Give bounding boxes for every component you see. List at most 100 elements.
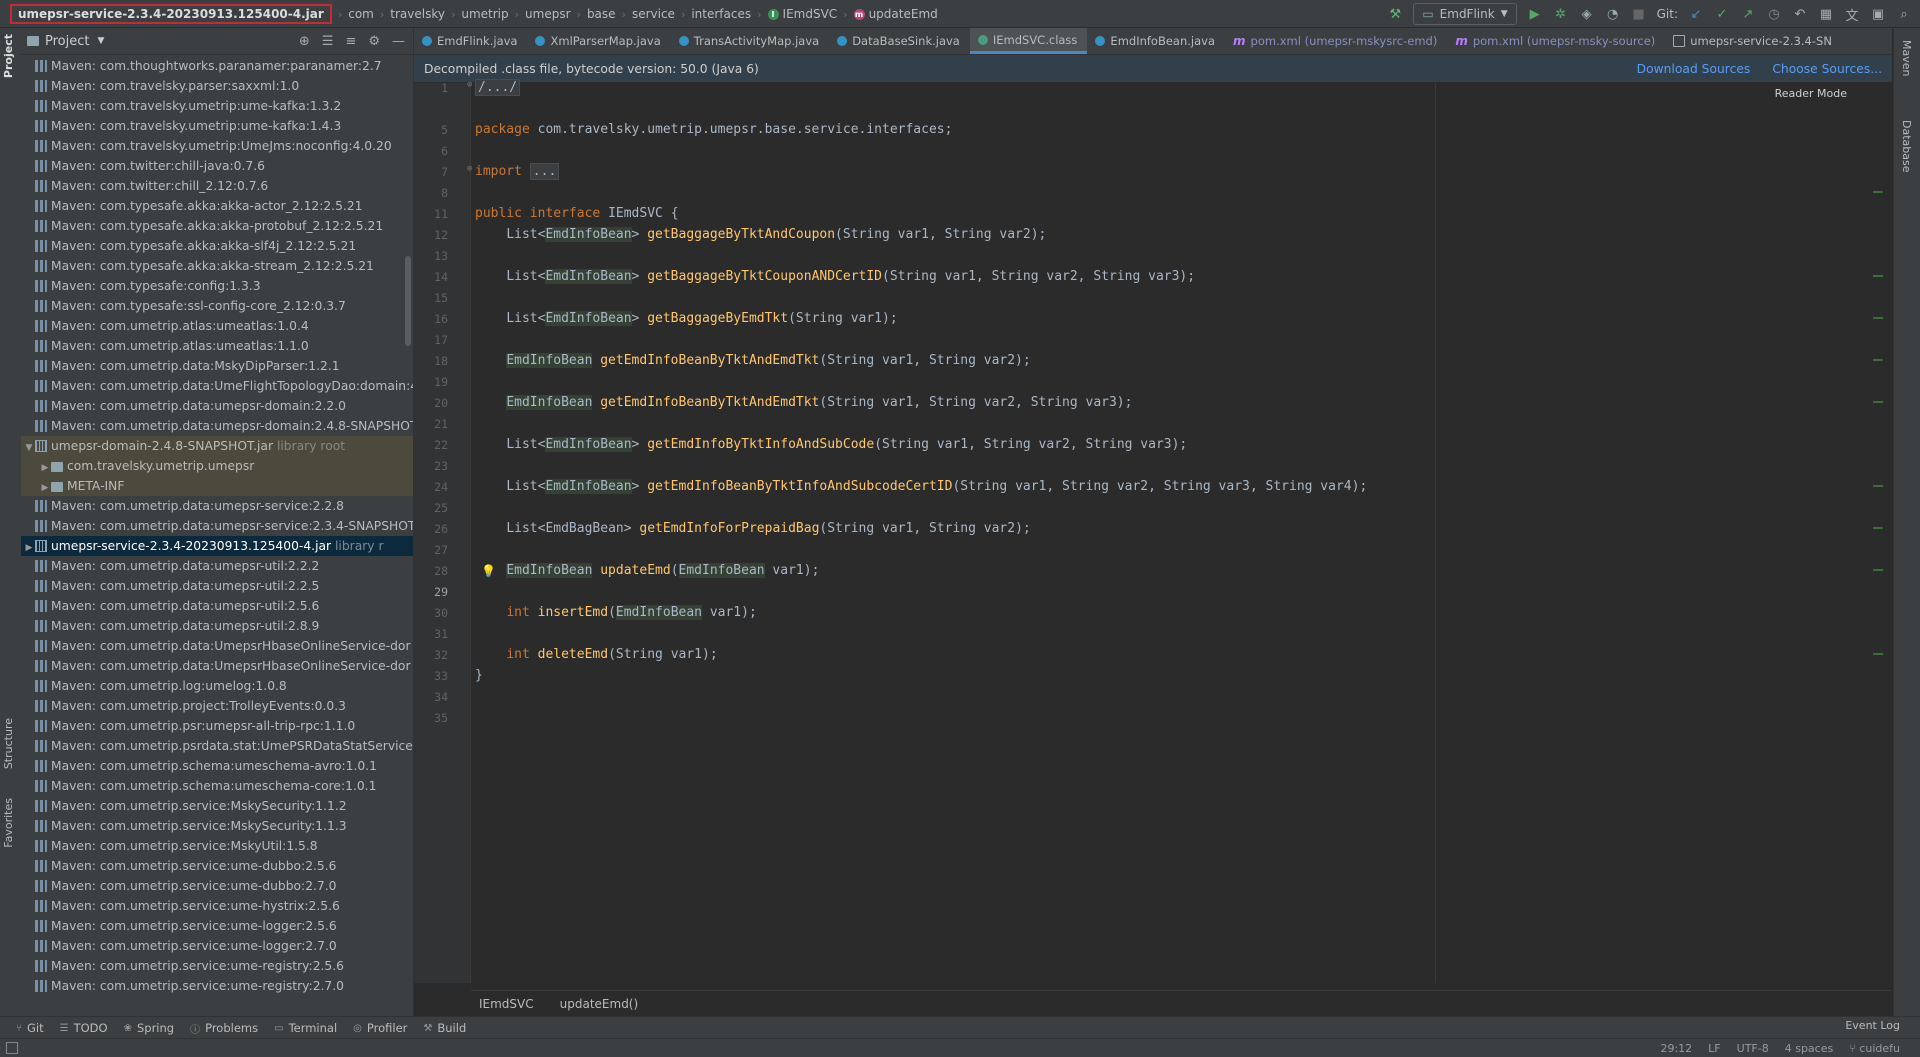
tree-row[interactable]: Maven: com.umetrip.data:umepsr-util:2.2.… <box>21 576 413 596</box>
search-icon[interactable]: ⌕ <box>1896 6 1912 22</box>
breadcrumb-class[interactable]: I IEmdSVC <box>767 7 837 21</box>
tree-row[interactable]: Maven: com.typesafe.akka:akka-actor_2.12… <box>21 196 413 216</box>
tab-umepsr-service-2-3-4-sn[interactable]: umepsr-service-2.3.4-SN <box>1665 28 1842 54</box>
tree-row-folder[interactable]: ▶ META-INF <box>21 476 413 496</box>
tree-row[interactable]: Maven: com.umetrip.data:UmeFlightTopolog… <box>21 376 413 396</box>
download-sources-link[interactable]: Download Sources <box>1637 62 1751 76</box>
indent-setting[interactable]: 4 spaces <box>1785 1042 1834 1055</box>
tree-row[interactable]: Maven: com.umetrip.data:umepsr-domain:2.… <box>21 396 413 416</box>
tree-row[interactable]: Maven: com.travelsky.umetrip:ume-kafka:1… <box>21 96 413 116</box>
breadcrumb-item[interactable]: interfaces <box>691 7 751 21</box>
tool-window-spring[interactable]: ❀ Spring <box>124 1021 175 1035</box>
chevron-right-icon[interactable]: ▶ <box>39 478 51 496</box>
build-hammer-icon[interactable]: ⚒ <box>1387 6 1403 22</box>
tree-row[interactable]: Maven: com.umetrip.atlas:umeatlas:1.0.4 <box>21 316 413 336</box>
collapse-all-icon[interactable]: ≡ <box>345 34 356 49</box>
tree-row[interactable]: Maven: com.umetrip.service:ume-dubbo:2.7… <box>21 876 413 896</box>
tree-row[interactable]: Maven: com.umetrip.service:ume-registry:… <box>21 976 413 996</box>
tree-row[interactable]: Maven: com.umetrip.data:umepsr-util:2.5.… <box>21 596 413 616</box>
chevron-right-icon[interactable]: ▶ <box>23 538 35 556</box>
tree-row[interactable]: Maven: com.typesafe:ssl-config-core_2.12… <box>21 296 413 316</box>
git-branch[interactable]: ⑂ cuidefu <box>1849 1042 1900 1055</box>
tree-row[interactable]: Maven: com.umetrip.psr:umepsr-all-trip-r… <box>21 716 413 736</box>
database-tool-tab[interactable]: Database <box>1900 120 1913 173</box>
tab-databasesink-java[interactable]: DataBaseSink.java <box>829 28 970 54</box>
tree-row-selected-jar[interactable]: ▶ umepsr-service-2.3.4-20230913.125400-4.… <box>21 536 413 556</box>
gear-icon[interactable]: ⚙ <box>368 34 380 49</box>
minimize-icon[interactable]: — <box>392 34 405 49</box>
vertical-scrollbar[interactable] <box>405 256 411 346</box>
tree-row[interactable]: Maven: com.travelsky.parser:saxxml:1.0 <box>21 76 413 96</box>
tree-row[interactable]: Maven: com.umetrip.service:ume-dubbo:2.5… <box>21 856 413 876</box>
fold-icon[interactable]: ⊕ <box>467 164 472 174</box>
run-icon[interactable]: ▶ <box>1527 6 1543 22</box>
layout-icon[interactable] <box>6 1042 18 1054</box>
chevron-down-icon[interactable]: ▼ <box>23 438 35 456</box>
tree-row[interactable]: Maven: com.umetrip.data:UmepsrHbaseOnlin… <box>21 656 413 676</box>
translate-icon[interactable]: 文 <box>1844 6 1860 24</box>
tree-row[interactable]: Maven: com.umetrip.service:ume-logger:2.… <box>21 936 413 956</box>
editor-crumb-method[interactable]: updateEmd() <box>560 997 639 1011</box>
breadcrumb-item[interactable]: com <box>348 7 374 21</box>
tab-emdflink-java[interactable]: EmdFlink.java <box>414 28 527 54</box>
tab-pom-xml-umepsr-mskysrc-emd[interactable]: m pom.xml (umepsr-mskysrc-emd) <box>1225 28 1447 54</box>
tree-row[interactable]: Maven: com.twitter:chill_2.12:0.7.6 <box>21 176 413 196</box>
structure-tool-tab[interactable]: Structure <box>2 718 15 769</box>
tree-row[interactable]: Maven: com.twitter:chill-java:0.7.6 <box>21 156 413 176</box>
breadcrumb-method[interactable]: m updateEmd <box>853 7 938 21</box>
git-push-icon[interactable]: ↗ <box>1740 6 1756 22</box>
maven-tool-tab[interactable]: Maven <box>1900 40 1913 76</box>
caret-position[interactable]: 29:12 <box>1660 1042 1692 1055</box>
fold-icon[interactable]: ⊕ <box>467 80 472 90</box>
window-icon[interactable]: ▣ <box>1870 6 1886 22</box>
tree-row[interactable]: Maven: com.umetrip.schema:umeschema-avro… <box>21 756 413 776</box>
rollback-icon[interactable]: ↶ <box>1792 6 1808 22</box>
favorites-tool-tab[interactable]: Favorites <box>2 798 15 848</box>
tree-row[interactable]: Maven: com.umetrip.project:TrolleyEvents… <box>21 696 413 716</box>
tree-row[interactable]: Maven: com.typesafe:config:1.3.3 <box>21 276 413 296</box>
line-separator[interactable]: LF <box>1708 1042 1720 1055</box>
expand-all-icon[interactable]: ☰ <box>322 34 334 49</box>
tree-row[interactable]: Maven: com.umetrip.atlas:umeatlas:1.1.0 <box>21 336 413 356</box>
tree-row[interactable]: Maven: com.umetrip.data:umepsr-domain:2.… <box>21 416 413 436</box>
tree-row[interactable]: Maven: com.umetrip.service:ume-registry:… <box>21 956 413 976</box>
tree-row[interactable]: Maven: com.umetrip.data:MskyDipParser:1.… <box>21 356 413 376</box>
choose-sources-link[interactable]: Choose Sources... <box>1772 62 1882 76</box>
git-commit-icon[interactable]: ✓ <box>1714 6 1730 22</box>
tree-row[interactable]: Maven: com.umetrip.service:MskySecurity:… <box>21 796 413 816</box>
tab-pom-xml-umepsr-msky-source[interactable]: m pom.xml (umepsr-msky-source) <box>1447 28 1665 54</box>
project-view-selector[interactable]: Project <box>45 34 89 49</box>
tree-row[interactable]: Maven: com.umetrip.data:umepsr-service:2… <box>21 496 413 516</box>
tool-window-git[interactable]: ⑂ Git <box>16 1021 44 1035</box>
tree-row-package[interactable]: ▶ com.travelsky.umetrip.umepsr <box>21 456 413 476</box>
project-tool-tab[interactable]: Project <box>2 34 15 78</box>
breadcrumb-item[interactable]: umetrip <box>461 7 508 21</box>
tool-window-profiler[interactable]: ◎ Profiler <box>353 1021 407 1035</box>
tree-row[interactable]: Maven: com.typesafe.akka:akka-protobuf_2… <box>21 216 413 236</box>
chevron-right-icon[interactable]: ▶ <box>39 458 51 476</box>
tab-transactivitymap-java[interactable]: TransActivityMap.java <box>671 28 829 54</box>
code-editor[interactable]: Reader Mode ⊕/.../ package com.travelsky… <box>467 79 1891 983</box>
tree-row[interactable]: Maven: com.umetrip.data:umepsr-service:2… <box>21 516 413 536</box>
reader-mode-toggle[interactable]: Reader Mode <box>1775 87 1847 100</box>
coverage-icon[interactable]: ◈ <box>1579 6 1595 22</box>
tab-iemdsvc-class[interactable]: IEmdSVC.class <box>969 28 1088 54</box>
tree-row[interactable]: Maven: com.umetrip.psrdata.stat:UmePSRDa… <box>21 736 413 756</box>
locate-icon[interactable]: ⊕ <box>299 34 310 49</box>
tree-row[interactable]: Maven: com.umetrip.log:umelog:1.0.8 <box>21 676 413 696</box>
breadcrumb-item[interactable]: travelsky <box>390 7 445 21</box>
chevron-down-icon[interactable]: ▼ <box>97 36 104 46</box>
tree-row[interactable]: Maven: com.umetrip.schema:umeschema-core… <box>21 776 413 796</box>
folded-header[interactable]: /.../ <box>475 79 521 96</box>
tree-row[interactable]: Maven: com.typesafe.akka:akka-slf4j_2.12… <box>21 236 413 256</box>
tree-row[interactable]: Maven: com.thoughtworks.paranamer:parana… <box>21 56 413 76</box>
tool-window-problems[interactable]: ⓘ Problems <box>190 1021 258 1036</box>
lightbulb-icon[interactable]: 💡 <box>481 564 496 578</box>
tool-window-build[interactable]: ⚒ Build <box>423 1021 466 1035</box>
history-icon[interactable]: ◷ <box>1766 6 1782 22</box>
debug-icon[interactable]: ✲ <box>1553 6 1569 22</box>
tree-row[interactable]: Maven: com.umetrip.data:UmepsrHbaseOnlin… <box>21 636 413 656</box>
tree-row[interactable]: Maven: com.umetrip.service:MskyUtil:1.5.… <box>21 836 413 856</box>
tab-emdinfobean-java[interactable]: EmdInfoBean.java <box>1087 28 1225 54</box>
git-update-icon[interactable]: ↙ <box>1688 6 1704 22</box>
